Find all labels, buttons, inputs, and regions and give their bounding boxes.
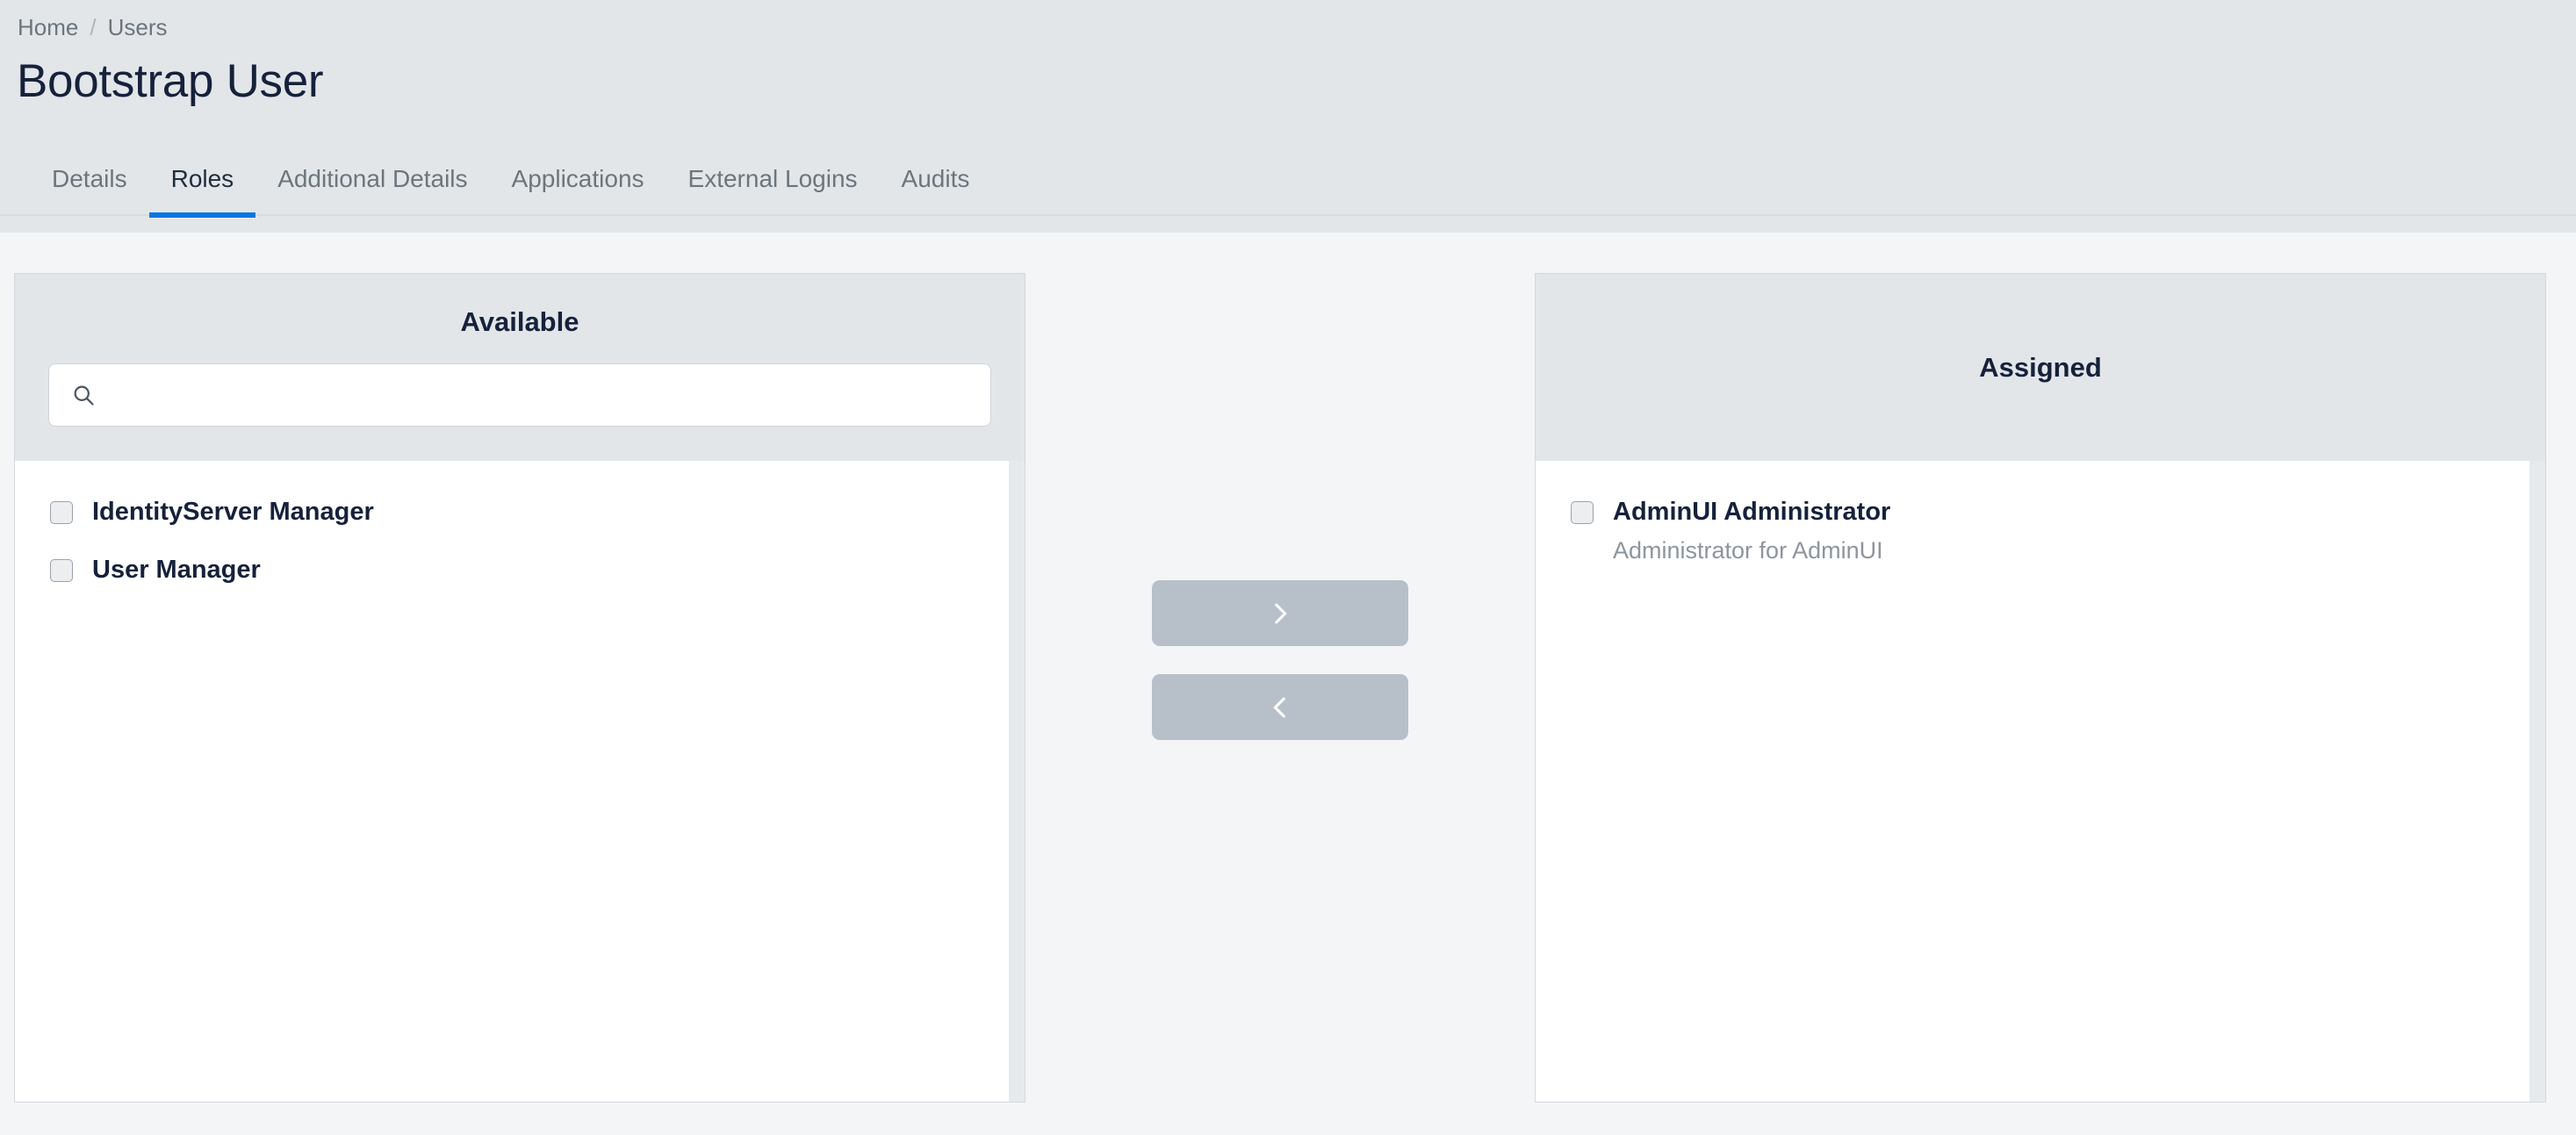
available-item-text-1: User Manager (92, 554, 261, 585)
available-search-input[interactable] (48, 363, 991, 427)
breadcrumb: Home / Users (0, 12, 2576, 42)
available-list: IdentityServer Manager User Manager (15, 484, 1025, 600)
list-item[interactable]: User Manager (50, 542, 989, 600)
unassign-role-button[interactable] (1152, 674, 1408, 740)
tab-roles[interactable]: Roles (148, 167, 256, 219)
available-list-scrollbar[interactable] (1009, 461, 1025, 1102)
tab-details[interactable]: Details (30, 167, 149, 218)
available-item-label: User Manager (92, 556, 261, 585)
tab-audits[interactable]: Audits (880, 167, 992, 218)
available-panel: Available IdentityServer Manager User Ma… (14, 273, 1025, 1103)
page-header: Home / Users Bootstrap User Details Role… (0, 0, 2576, 233)
assigned-list-scrollbar[interactable] (2529, 461, 2545, 1102)
tab-bar: Details Roles Additional Details Applica… (0, 140, 2576, 219)
assigned-list-body: AdminUI Administrator Administrator for … (1535, 461, 2546, 1103)
available-list-body: IdentityServer Manager User Manager (14, 461, 1025, 1103)
list-item[interactable]: AdminUI Administrator Administrator for … (1571, 484, 2510, 579)
assigned-list: AdminUI Administrator Administrator for … (1536, 484, 2545, 579)
roles-transfer-widget: Available IdentityServer Manager User Ma… (0, 233, 2576, 1135)
tab-additional-details[interactable]: Additional Details (255, 167, 489, 218)
breadcrumb-separator: / (90, 13, 97, 40)
page-title: Bootstrap User (17, 55, 324, 107)
available-item-checkbox-1[interactable] (50, 559, 73, 583)
assigned-panel-title: Assigned (1979, 352, 2102, 383)
tab-external-logins[interactable]: External Logins (666, 167, 880, 218)
tab-applications[interactable]: Applications (490, 167, 666, 218)
available-panel-header: Available (14, 273, 1025, 461)
transfer-actions (1025, 273, 1535, 740)
assigned-item-checkbox-0[interactable] (1571, 501, 1594, 524)
available-panel-title: Available (460, 306, 579, 337)
available-item-text-0: IdentityServer Manager (92, 496, 374, 528)
chevron-right-icon (1265, 599, 1295, 629)
available-item-label: IdentityServer Manager (92, 498, 374, 526)
available-search-wrapper (48, 363, 991, 427)
assigned-panel: Assigned AdminUI Administrator Administr… (1535, 273, 2546, 1103)
breadcrumb-item-users[interactable]: Users (108, 14, 168, 41)
assign-role-button[interactable] (1152, 580, 1408, 646)
list-item[interactable]: IdentityServer Manager (50, 484, 989, 542)
assigned-panel-header: Assigned (1535, 273, 2546, 461)
available-item-checkbox-0[interactable] (50, 501, 73, 524)
assigned-item-text-0: AdminUI Administrator Administrator for … (1613, 496, 1890, 565)
assigned-item-description: Administrator for AdminUI (1613, 537, 1883, 564)
breadcrumb-item-home[interactable]: Home (18, 14, 78, 41)
chevron-left-icon (1265, 693, 1295, 722)
assigned-item-label: AdminUI Administrator (1613, 498, 1891, 526)
